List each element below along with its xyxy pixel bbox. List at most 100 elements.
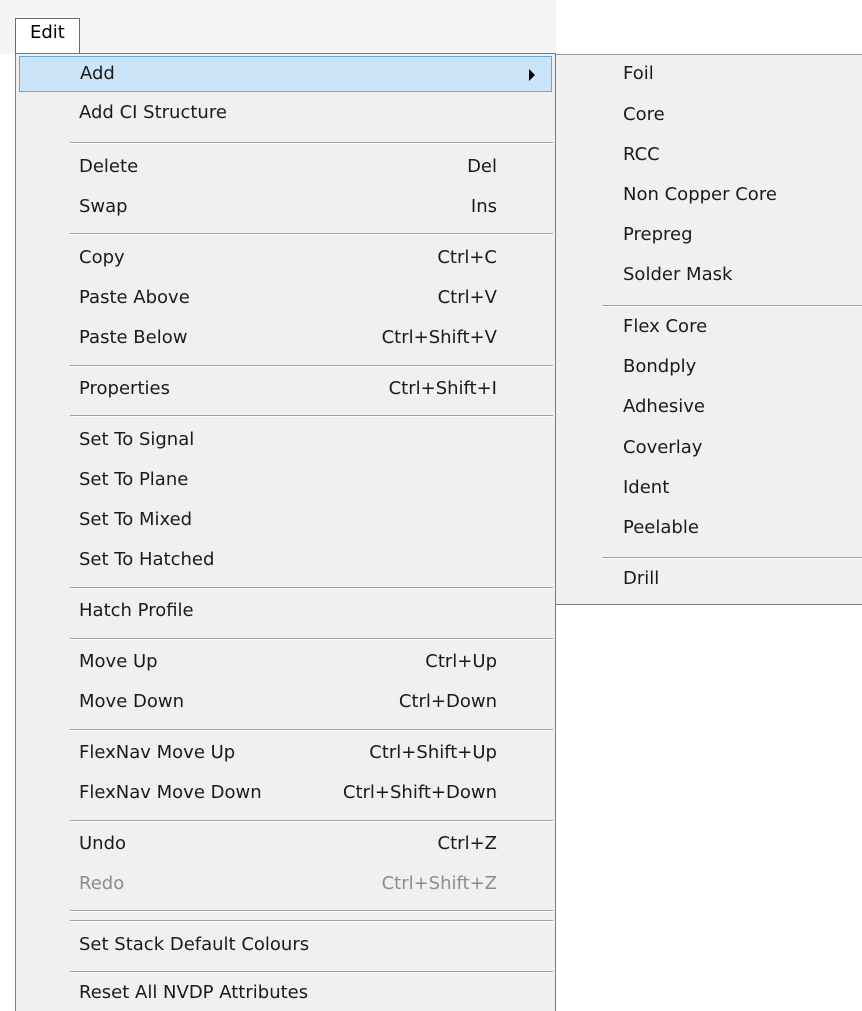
menu-item-reset-all-nvdp-attributes[interactable]: Reset All NVDP Attributes (19, 976, 552, 1011)
menu-item-shortcut: Ctrl+V (437, 287, 497, 308)
menu-separator (70, 415, 553, 417)
menu-item-add[interactable]: Add (19, 56, 552, 92)
submenu-item-flex-core[interactable]: Flex Core (556, 311, 862, 347)
menu-item-move-up[interactable]: Move Up Ctrl+Up (19, 645, 552, 681)
menu-item-flexnav-move-up[interactable]: FlexNav Move Up Ctrl+Shift+Up (19, 736, 552, 772)
menu-separator (70, 587, 553, 589)
submenu-item-rcc[interactable]: RCC (556, 139, 862, 175)
menu-separator (70, 971, 553, 973)
submenu-item-non-copper-core[interactable]: Non Copper Core (556, 179, 862, 215)
edit-dropdown-menu: Add Add CI Structure Delete Del Swap Ins… (15, 53, 556, 1011)
submenu-item-label: Ident (623, 477, 670, 498)
menubar: Edit (0, 0, 556, 54)
submenu-item-foil[interactable]: Foil (556, 58, 862, 94)
menu-item-delete[interactable]: Delete Del (19, 150, 552, 186)
menu-item-set-to-signal[interactable]: Set To Signal (19, 423, 552, 459)
menu-item-shortcut: Ctrl+Up (425, 651, 497, 672)
submenu-item-label: Drill (623, 568, 660, 589)
menu-item-label: Swap (79, 196, 128, 217)
menu-item-set-to-mixed[interactable]: Set To Mixed (19, 503, 552, 539)
menu-item-shortcut: Ctrl+Shift+Down (342, 782, 497, 803)
menu-item-label: Add CI Structure (79, 102, 227, 123)
menu-item-paste-below[interactable]: Paste Below Ctrl+Shift+V (19, 321, 552, 357)
menu-item-set-to-plane[interactable]: Set To Plane (19, 463, 552, 499)
submenu-item-bondply[interactable]: Bondply (556, 351, 862, 387)
menu-item-shortcut: Ctrl+Shift+V (381, 327, 497, 348)
menu-item-label: Set To Signal (79, 429, 195, 450)
submenu-item-label: Flex Core (623, 316, 708, 337)
submenu-item-adhesive[interactable]: Adhesive (556, 391, 862, 427)
menu-item-copy[interactable]: Copy Ctrl+C (19, 241, 552, 277)
submenu-item-label: Prepreg (623, 224, 693, 245)
menu-item-label: Delete (79, 156, 139, 177)
submenu-separator (602, 557, 862, 559)
menu-item-shortcut: Ctrl+Shift+Up (369, 742, 497, 763)
menu-item-label: FlexNav Move Down (79, 782, 262, 803)
menu-item-label: Copy (79, 247, 125, 268)
menu-item-shortcut: Del (467, 156, 497, 177)
menu-item-label: Reset All NVDP Attributes (79, 982, 309, 1003)
menu-separator (70, 142, 553, 144)
screen: Edit Add Add CI Structure Delete Del Swa… (0, 0, 862, 1011)
menu-item-label: Set Stack Default Colours (79, 934, 310, 955)
menu-item-label: Set To Plane (79, 469, 189, 490)
menu-item-label: Set To Mixed (79, 509, 193, 530)
menu-separator (70, 920, 553, 922)
menu-item-label: Set To Hatched (79, 549, 215, 570)
submenu-item-prepreg[interactable]: Prepreg (556, 219, 862, 255)
menu-item-shortcut: Ctrl+Down (398, 691, 497, 712)
menu-item-label: Move Down (79, 691, 184, 712)
submenu-item-label: Solder Mask (623, 264, 733, 285)
menu-item-label: Hatch Profile (79, 600, 194, 621)
submenu-item-core[interactable]: Core (556, 99, 862, 135)
menu-item-shortcut: Ins (470, 196, 497, 217)
menu-item-label: Move Up (79, 651, 158, 672)
menu-item-hatch-profile[interactable]: Hatch Profile (19, 594, 552, 630)
submenu-item-solder-mask[interactable]: Solder Mask (556, 259, 862, 295)
submenu-item-peelable[interactable]: Peelable (556, 512, 862, 548)
add-submenu: Foil Core RCC Non Copper Core Prepreg So… (556, 55, 862, 605)
menu-item-shortcut: Ctrl+Shift+Z (381, 873, 497, 894)
menu-item-label: Undo (79, 833, 127, 854)
submenu-arrow-icon (529, 69, 535, 81)
menu-separator (70, 365, 553, 367)
menu-item-paste-above[interactable]: Paste Above Ctrl+V (19, 281, 552, 317)
submenu-item-label: Adhesive (623, 396, 706, 417)
submenu-item-label: Core (623, 104, 665, 125)
submenu-item-label: Foil (623, 63, 654, 84)
menu-item-shortcut: Ctrl+Z (437, 833, 497, 854)
submenu-item-label: Bondply (623, 356, 697, 377)
submenu-separator (602, 305, 862, 307)
submenu-item-label: RCC (623, 144, 660, 165)
menu-item-label: Add (80, 63, 115, 84)
menu-item-properties[interactable]: Properties Ctrl+Shift+I (19, 372, 552, 408)
menu-item-undo[interactable]: Undo Ctrl+Z (19, 827, 552, 863)
menu-item-label: Redo (79, 873, 125, 894)
submenu-item-ident[interactable]: Ident (556, 472, 862, 508)
edit-menu-label: Edit (30, 22, 65, 43)
menu-separator (70, 638, 553, 640)
menu-item-label: Properties (79, 378, 170, 399)
submenu-item-label: Peelable (623, 517, 699, 538)
menu-item-shortcut: Ctrl+Shift+I (388, 378, 497, 399)
menu-item-label: Paste Above (79, 287, 190, 308)
submenu-item-coverlay[interactable]: Coverlay (556, 432, 862, 468)
menu-separator (70, 910, 553, 912)
menu-item-flexnav-move-down[interactable]: FlexNav Move Down Ctrl+Shift+Down (19, 776, 552, 812)
menu-item-move-down[interactable]: Move Down Ctrl+Down (19, 685, 552, 721)
menu-item-redo[interactable]: Redo Ctrl+Shift+Z (19, 867, 552, 903)
menu-item-label: Paste Below (79, 327, 188, 348)
menu-item-add-ci-structure[interactable]: Add CI Structure (19, 96, 552, 132)
menu-item-set-to-hatched[interactable]: Set To Hatched (19, 543, 552, 579)
menu-item-set-stack-default-colours[interactable]: Set Stack Default Colours (19, 928, 552, 964)
menu-separator (70, 820, 553, 822)
submenu-item-label: Coverlay (623, 437, 703, 458)
menu-item-label: FlexNav Move Up (79, 742, 236, 763)
menu-separator (70, 729, 553, 731)
edit-menu-tab[interactable]: Edit (15, 18, 80, 54)
menu-item-shortcut: Ctrl+C (437, 247, 497, 268)
submenu-item-label: Non Copper Core (623, 184, 777, 205)
menu-item-swap[interactable]: Swap Ins (19, 190, 552, 226)
menu-separator (70, 233, 553, 235)
submenu-item-drill[interactable]: Drill (556, 563, 862, 599)
